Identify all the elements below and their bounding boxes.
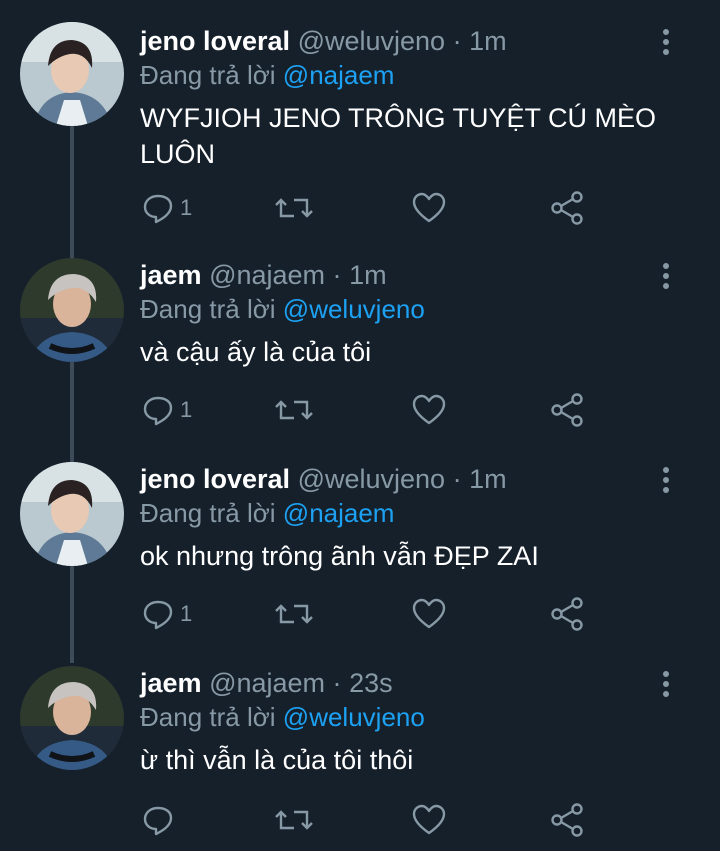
share-button[interactable] — [550, 594, 584, 634]
more-vertical-icon — [663, 29, 669, 55]
replying-to: Đang trả lời @weluvjeno — [140, 700, 425, 734]
reply-button[interactable]: 1 — [142, 188, 192, 228]
replying-to: Đang trả lời @weluvjeno — [140, 292, 425, 326]
tweet[interactable]: jeno loveral @weluvjeno · 1m Đang trả lờ… — [0, 0, 720, 225]
display-name[interactable]: jaem — [140, 668, 202, 698]
replying-to: Đang trả lời @najaem — [140, 58, 394, 92]
replying-prefix: Đang trả lời — [140, 498, 276, 528]
reply-count: 1 — [180, 195, 193, 220]
reply-button[interactable]: 1 — [142, 390, 192, 430]
more-options-button[interactable] — [656, 28, 676, 58]
tweet[interactable]: jaem @najaem · 1m Đang trả lời @weluvjen… — [0, 230, 720, 434]
separator-dot: · — [452, 26, 462, 56]
tweet[interactable]: jaem @najaem · 23s Đang trả lời @weluvje… — [0, 638, 720, 842]
more-vertical-icon — [663, 467, 669, 493]
handle[interactable]: @najaem — [209, 668, 325, 698]
tweet[interactable]: jeno loveral @weluvjeno · 1m Đang trả lờ… — [0, 434, 720, 638]
more-vertical-icon — [663, 671, 669, 697]
display-name[interactable]: jeno loveral — [140, 26, 290, 56]
reply-count: 1 — [180, 601, 193, 626]
tweet-actions — [140, 800, 600, 840]
avatar[interactable] — [20, 462, 124, 566]
like-button[interactable] — [412, 594, 446, 634]
tweet-text: WYFJIOH JENO TRÔNG TUYỆT CÚ MÈO LUÔN — [140, 103, 657, 169]
display-name[interactable]: jaem — [140, 260, 202, 290]
separator-dot: · — [332, 260, 342, 290]
timestamp[interactable]: 23s — [349, 668, 393, 698]
retweet-button[interactable] — [274, 800, 314, 840]
avatar[interactable] — [20, 666, 124, 770]
like-button[interactable] — [412, 800, 446, 840]
avatar-photo — [20, 258, 124, 362]
tweet-header: jeno loveral @weluvjeno · 1m — [140, 462, 507, 496]
avatar[interactable] — [20, 22, 124, 126]
reply-button[interactable] — [142, 800, 180, 840]
share-button[interactable] — [550, 800, 584, 840]
more-options-button[interactable] — [656, 262, 676, 292]
tweet-header: jaem @najaem · 1m — [140, 258, 387, 292]
mention-link[interactable]: @weluvjeno — [283, 702, 425, 732]
reply-icon — [143, 194, 173, 224]
retweet-icon — [275, 400, 313, 420]
share-icon — [551, 191, 583, 225]
retweet-button[interactable] — [274, 390, 314, 430]
separator-dot: · — [452, 464, 462, 494]
mention-link[interactable]: @weluvjeno — [283, 294, 425, 324]
replying-to: Đang trả lời @najaem — [140, 496, 394, 530]
like-icon — [412, 394, 446, 425]
reply-icon — [143, 600, 173, 630]
retweet-button[interactable] — [274, 594, 314, 634]
more-vertical-icon — [663, 263, 669, 289]
like-button[interactable] — [412, 390, 446, 430]
reply-count: 1 — [180, 397, 193, 422]
share-button[interactable] — [550, 390, 584, 430]
handle[interactable]: @najaem — [209, 260, 325, 290]
timestamp[interactable]: 1m — [349, 260, 387, 290]
replying-prefix: Đang trả lời — [140, 60, 276, 90]
display-name[interactable]: jeno loveral — [140, 464, 290, 494]
tweet-text: ok nhưng trông ãnh vẫn ĐẸP ZAI — [140, 541, 539, 571]
share-icon — [551, 393, 583, 427]
handle[interactable]: @weluvjeno — [298, 26, 446, 56]
like-button[interactable] — [412, 188, 446, 228]
handle[interactable]: @weluvjeno — [298, 464, 446, 494]
tweet-actions: 1 — [140, 594, 600, 634]
tweet-actions: 1 — [140, 188, 600, 228]
tweet-header: jeno loveral @weluvjeno · 1m — [140, 24, 507, 58]
retweet-icon — [275, 198, 313, 218]
like-icon — [412, 804, 446, 835]
share-icon — [551, 597, 583, 631]
replying-prefix: Đang trả lời — [140, 294, 276, 324]
reply-icon — [143, 806, 173, 836]
like-icon — [412, 598, 446, 629]
like-icon — [412, 192, 446, 223]
avatar-photo — [20, 22, 124, 126]
reply-button[interactable]: 1 — [142, 594, 192, 634]
separator-dot: · — [332, 668, 342, 698]
tweet-actions: 1 — [140, 390, 600, 430]
retweet-icon — [275, 604, 313, 624]
avatar-photo — [20, 666, 124, 770]
tweet-text: ừ thì vẫn là của tôi thôi — [140, 745, 414, 775]
share-button[interactable] — [550, 188, 584, 228]
mention-link[interactable]: @najaem — [283, 60, 395, 90]
share-icon — [551, 803, 583, 837]
retweet-icon — [275, 810, 313, 830]
tweet-text: và cậu ấy là của tôi — [140, 337, 372, 367]
more-options-button[interactable] — [656, 466, 676, 496]
timestamp[interactable]: 1m — [469, 464, 507, 494]
tweet-header: jaem @najaem · 23s — [140, 666, 393, 700]
retweet-button[interactable] — [274, 188, 314, 228]
replying-prefix: Đang trả lời — [140, 702, 276, 732]
timestamp[interactable]: 1m — [469, 26, 507, 56]
avatar-photo — [20, 462, 124, 566]
reply-icon — [143, 396, 173, 426]
more-options-button[interactable] — [656, 670, 676, 700]
avatar[interactable] — [20, 258, 124, 362]
mention-link[interactable]: @najaem — [283, 498, 395, 528]
